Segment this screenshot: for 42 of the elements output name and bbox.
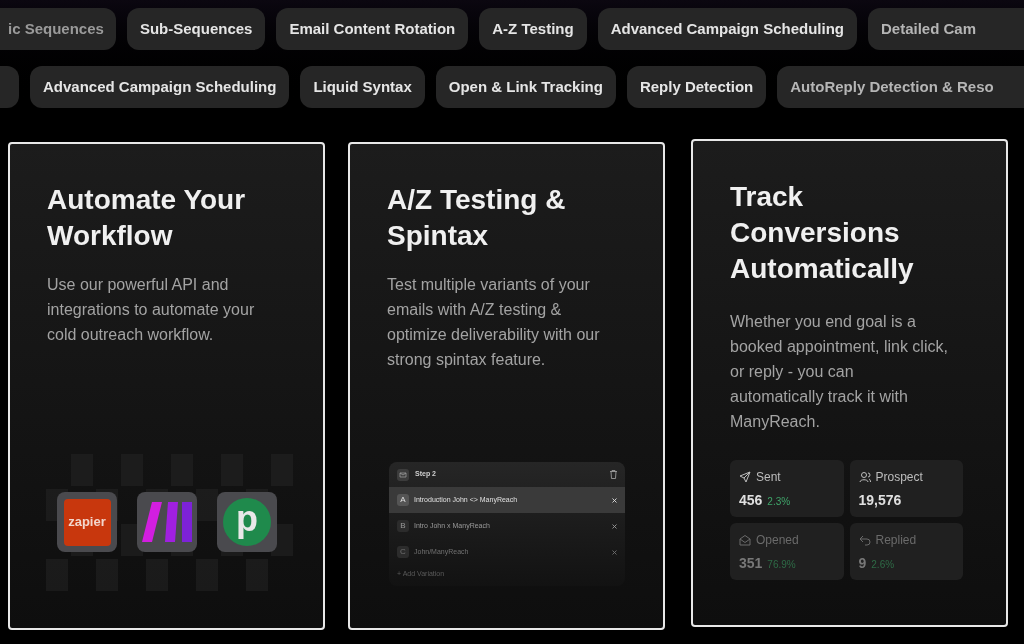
feature-chip: Sub-Sequences xyxy=(126,8,266,50)
stat-value: 456 xyxy=(739,491,763,510)
users-icon xyxy=(858,471,871,483)
paper-plane-icon xyxy=(739,471,751,483)
card-description: Use our powerful API and integrations to automate your cold outreach workflow. xyxy=(47,275,256,345)
feature-chip: Liquid Syntax xyxy=(300,66,425,108)
card-title: A/Z Testing & Spintax xyxy=(387,183,567,253)
feature-chip: Open & Link Tracking xyxy=(435,66,616,108)
stat-label: Prospect xyxy=(875,469,923,486)
feature-chip: Reply Detection xyxy=(626,66,767,108)
chip xyxy=(0,66,19,108)
card-title: Track Conversions Automatically xyxy=(730,180,915,286)
reply-arrow-icon xyxy=(858,534,871,546)
make-logo xyxy=(142,500,192,544)
feature-chip: Advanced Campaign Scheduling xyxy=(597,8,857,50)
stat-change: 2.3% xyxy=(767,495,791,509)
stat-label: Opened xyxy=(756,532,799,549)
stat-value: 9 xyxy=(858,554,867,573)
feature-chip: Advanced Campaign Scheduling xyxy=(30,66,290,108)
mail-icon xyxy=(397,468,409,481)
card-description: Test multiple variants of your emails with A/Z testing & optimize deliverability with our strong spintax feature. xyxy=(387,275,601,370)
close-icon[interactable] xyxy=(612,549,617,555)
card-title: Automate Your Workflow xyxy=(47,183,247,253)
stat-change: 76.9% xyxy=(767,558,796,572)
feature-chip: ic Sequences xyxy=(0,8,116,50)
close-icon[interactable] xyxy=(612,523,617,529)
stat-change: 2.6% xyxy=(871,558,895,572)
pabbly-logo: p xyxy=(223,498,271,546)
card-description: Whether you end goal is a booked appointment, link click, or reply - you can automatically track it with ManyReach. xyxy=(730,312,948,432)
variant-letter: A xyxy=(397,494,409,506)
feature-chip: Email Content Rotation xyxy=(276,8,469,50)
feature-chip: AutoReply Detection & Reso xyxy=(777,66,1024,108)
envelope-icon xyxy=(739,534,751,546)
stat-value: 351 xyxy=(739,554,763,573)
stat-label: Sent xyxy=(756,469,781,486)
stat-value: 19,576 xyxy=(858,491,902,510)
variant-letter: B xyxy=(397,520,409,532)
feature-chip: Detailed Cam xyxy=(868,8,1024,50)
trash-icon[interactable] xyxy=(610,470,617,479)
stat-label: Replied xyxy=(875,532,917,549)
zapier-logo: zapier xyxy=(63,498,111,546)
feature-chip: A-Z Testing xyxy=(479,8,587,50)
